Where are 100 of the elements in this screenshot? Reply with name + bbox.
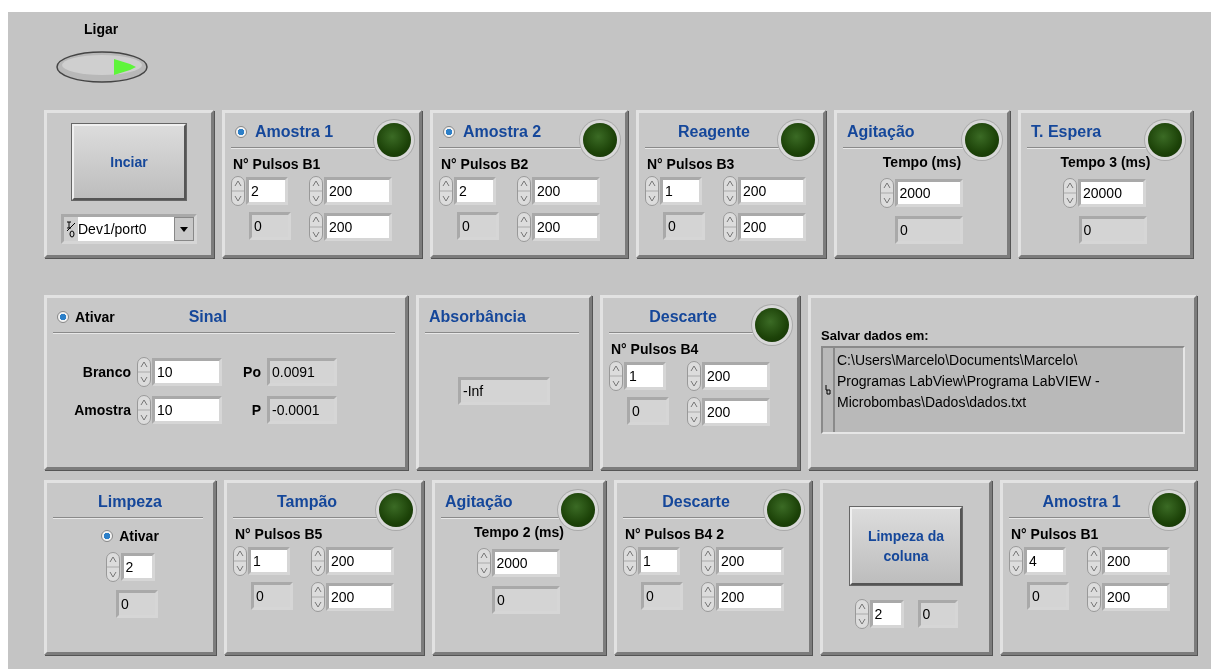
field-label: Po <box>242 364 261 380</box>
number-field[interactable]: 200 <box>324 177 392 205</box>
field-label: N° Pulsos B4 <box>611 341 700 357</box>
spinner-buttons[interactable] <box>701 582 715 612</box>
section-title: Amostra 1 <box>1041 493 1122 511</box>
spinner-buttons[interactable] <box>623 546 637 576</box>
field-label: Branco <box>81 364 131 380</box>
spinner-buttons[interactable] <box>854 598 869 629</box>
field-label: N° Pulsos B2 <box>441 156 530 172</box>
number-field[interactable]: 200 <box>738 177 806 205</box>
section-title: Tampão <box>275 493 339 511</box>
spinner-buttons[interactable] <box>517 176 531 206</box>
spinner-buttons[interactable] <box>309 176 323 206</box>
field-label: Tempo (ms) <box>882 154 962 170</box>
section-title: Agitação <box>847 123 915 141</box>
readout-field: 0 <box>492 586 560 614</box>
readout-field: 0 <box>895 216 963 244</box>
spinner-buttons[interactable] <box>609 361 623 391</box>
field-label: Tempo 3 (ms) <box>1060 154 1151 170</box>
spinner-buttons[interactable] <box>879 178 894 208</box>
number-field[interactable]: 1 <box>660 177 702 205</box>
number-field[interactable]: 1 <box>624 362 666 390</box>
spinner-buttons[interactable] <box>105 552 120 582</box>
number-field[interactable]: 200 <box>1102 583 1170 611</box>
start-button[interactable]: Inciar <box>72 124 186 200</box>
io-channel-icon <box>66 220 76 238</box>
number-field[interactable]: 2 <box>869 599 904 628</box>
spinner-buttons[interactable] <box>723 176 737 206</box>
spinner-buttons[interactable] <box>1087 546 1101 576</box>
section-title: Amostra 1 <box>255 123 334 141</box>
number-field[interactable]: 2 <box>246 177 288 205</box>
number-field[interactable]: 200 <box>702 362 770 390</box>
readout-field: 0 <box>1027 582 1069 610</box>
radio-button[interactable] <box>235 126 247 138</box>
number-field[interactable]: 200 <box>532 213 600 241</box>
number-field[interactable]: 200 <box>716 583 784 611</box>
readout-field: 0 <box>251 582 293 610</box>
spinner-buttons[interactable] <box>517 212 531 242</box>
number-field[interactable]: 2000 <box>491 549 560 577</box>
section-title: Absorbância <box>429 308 526 326</box>
clean-column-button[interactable]: Limpeza da coluna <box>850 506 962 585</box>
number-field[interactable]: 2 <box>120 553 155 581</box>
readout-field: 0 <box>116 590 158 618</box>
spinner-buttons[interactable] <box>1009 546 1023 576</box>
number-field[interactable]: 2000 <box>894 179 963 207</box>
spinner-buttons[interactable] <box>137 357 151 387</box>
spinner-buttons[interactable] <box>687 361 701 391</box>
number-field[interactable]: 10 <box>152 358 222 386</box>
section-title: Agitação <box>445 493 513 511</box>
number-field[interactable]: 200 <box>532 177 600 205</box>
section-title: Reagente <box>677 123 751 141</box>
number-field[interactable]: 200 <box>326 583 394 611</box>
spinner-buttons[interactable] <box>309 212 323 242</box>
field-label: Salvar dados em: <box>821 328 930 343</box>
number-field[interactable]: 1 <box>638 547 680 575</box>
spinner-buttons[interactable] <box>701 546 715 576</box>
field-label: N° Pulsos B1 <box>1011 526 1100 542</box>
number-field[interactable]: 10 <box>152 396 222 424</box>
number-field[interactable]: 200 <box>324 213 392 241</box>
spinner-buttons[interactable] <box>311 546 325 576</box>
spinner-buttons[interactable] <box>137 395 151 425</box>
readout-field: 0 <box>457 212 499 240</box>
spinner-buttons[interactable] <box>1063 178 1077 208</box>
section-title: Limpeza <box>97 493 163 511</box>
field-label: N° Pulsos B1 <box>233 156 322 172</box>
spinner-buttons[interactable] <box>476 548 491 578</box>
activate-radio-button[interactable]: Ativar <box>101 528 159 544</box>
readout-field: 0 <box>1078 216 1147 244</box>
section-title: Descarte <box>661 493 731 511</box>
spinner-buttons[interactable] <box>233 546 247 576</box>
readout-field: 0 <box>663 212 705 240</box>
switch-label: Ligar <box>84 21 119 37</box>
readout-field: -Inf <box>458 377 550 405</box>
spinner-buttons[interactable] <box>687 397 701 427</box>
spinner-buttons[interactable] <box>311 582 325 612</box>
section-title: Descarte <box>648 308 718 326</box>
number-field[interactable]: 200 <box>738 213 806 241</box>
number-field[interactable]: 4 <box>1024 547 1066 575</box>
section-title: Amostra 2 <box>463 123 542 141</box>
spinner-buttons[interactable] <box>1087 582 1101 612</box>
field-label: Tempo 2 (ms) <box>474 524 564 540</box>
spinner-buttons[interactable] <box>439 176 453 206</box>
spinner-buttons[interactable] <box>231 176 245 206</box>
spinner-buttons[interactable] <box>645 176 659 206</box>
readout-field: -0.0001 <box>267 396 337 424</box>
channel-dropdown[interactable]: Dev1/port0 <box>61 214 197 244</box>
number-field[interactable]: 200 <box>326 547 394 575</box>
readout-field: 0 <box>641 582 683 610</box>
field-label: N° Pulsos B3 <box>647 156 736 172</box>
number-field[interactable]: 1 <box>248 547 290 575</box>
number-field[interactable]: 20000 <box>1078 179 1146 207</box>
power-toggle[interactable] <box>56 51 148 83</box>
number-field[interactable]: 2 <box>454 177 496 205</box>
radio-button[interactable] <box>443 126 455 138</box>
number-field[interactable]: 200 <box>1102 547 1170 575</box>
number-field[interactable]: 200 <box>716 547 784 575</box>
spinner-buttons[interactable] <box>723 212 737 242</box>
activate-radio-button[interactable]: Ativar <box>57 309 115 325</box>
field-label: N° Pulsos B4 2 <box>625 526 725 542</box>
number-field[interactable]: 200 <box>702 398 770 426</box>
